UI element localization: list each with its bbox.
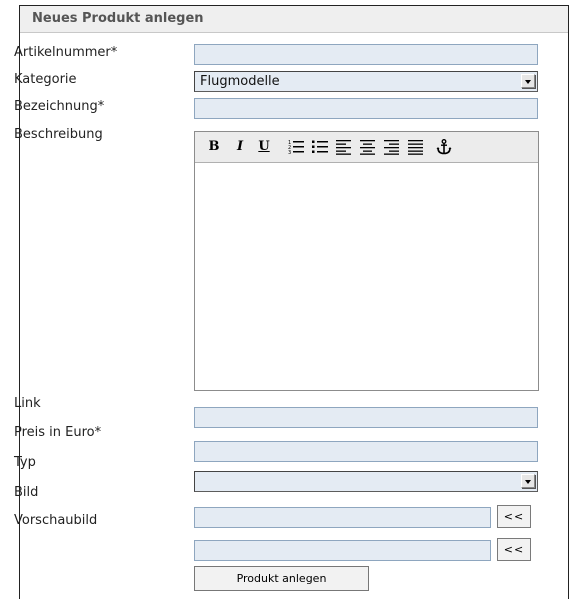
image-browse-button[interactable]: << [497, 505, 531, 528]
description-editor[interactable]: B I U 1 2 3 [194, 131, 539, 391]
align-center-icon[interactable] [359, 138, 377, 156]
unordered-list-icon[interactable] [311, 138, 329, 156]
category-select[interactable]: Flugmodelle [194, 71, 538, 92]
thumbnail-label: Vorschaubild [14, 513, 98, 528]
article-number-label: Artikelnummer* [14, 45, 118, 60]
category-label: Kategorie [14, 72, 77, 87]
anchor-icon[interactable] [435, 138, 453, 156]
form-header: Neues Produkt anlegen [20, 6, 568, 33]
create-product-button[interactable]: Produkt anlegen [194, 566, 369, 591]
price-input[interactable] [194, 441, 538, 462]
image-label: Bild [14, 485, 39, 500]
ordered-list-icon[interactable]: 1 2 3 [287, 138, 305, 156]
thumbnail-browse-button[interactable]: << [497, 538, 531, 561]
underline-button[interactable]: U [255, 138, 273, 156]
italic-button[interactable]: I [231, 138, 249, 156]
image-input[interactable] [194, 507, 491, 528]
chevron-down-icon[interactable] [521, 474, 535, 488]
description-label: Beschreibung [14, 127, 103, 142]
name-label: Bezeichnung* [14, 99, 105, 114]
svg-text:3: 3 [288, 150, 291, 155]
align-right-icon[interactable] [383, 138, 401, 156]
link-input[interactable] [194, 407, 538, 428]
chevron-down-icon[interactable] [521, 74, 535, 88]
thumbnail-input[interactable] [194, 540, 491, 561]
type-select[interactable] [194, 471, 538, 492]
align-justify-icon[interactable] [407, 138, 425, 156]
name-input[interactable] [194, 98, 538, 119]
link-label: Link [14, 396, 41, 411]
price-label: Preis in Euro* [14, 425, 102, 440]
article-number-input[interactable] [194, 44, 538, 65]
form-title: Neues Produkt anlegen [32, 11, 204, 26]
align-left-icon[interactable] [335, 138, 353, 156]
type-label: Typ [14, 455, 36, 470]
editor-toolbar: B I U 1 2 3 [195, 132, 538, 163]
category-select-value: Flugmodelle [200, 74, 280, 89]
bold-button[interactable]: B [205, 138, 223, 156]
